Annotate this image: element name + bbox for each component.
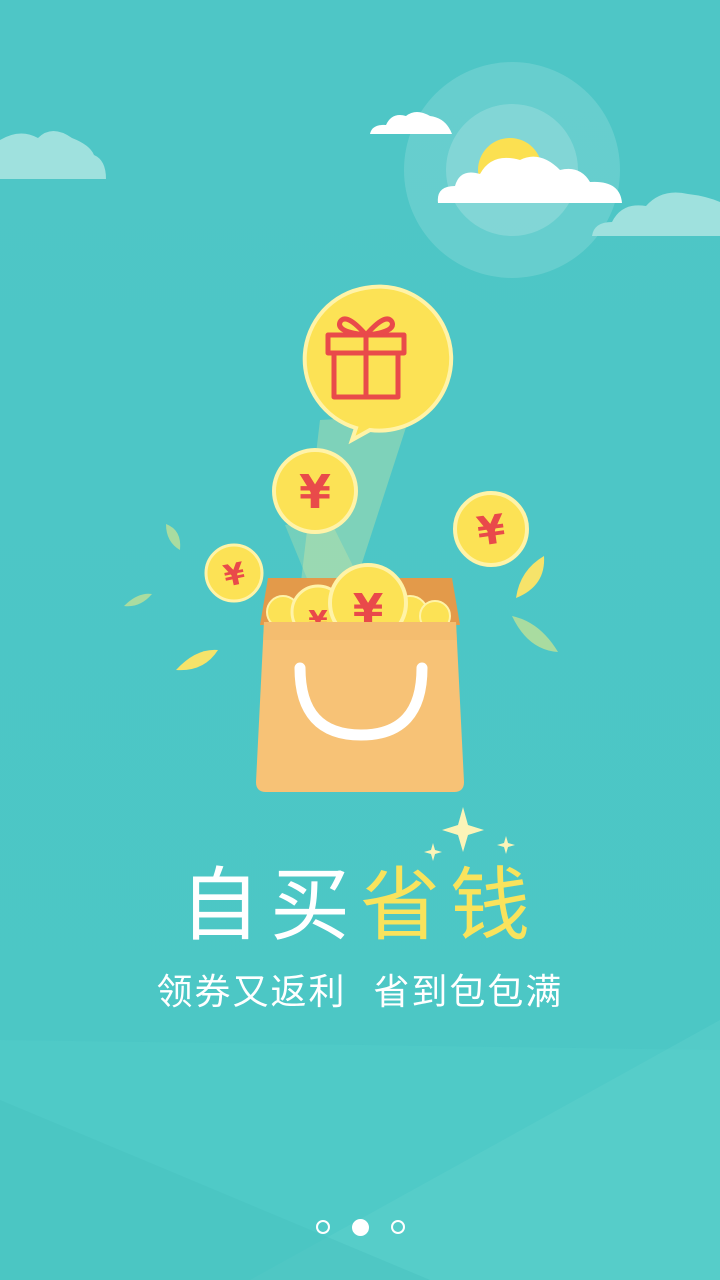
yen-coin-icon: ¥	[272, 448, 358, 534]
page-dot-3[interactable]	[390, 1220, 405, 1234]
headline-part-yellow: 省钱	[360, 859, 540, 952]
leaf-icon	[166, 524, 181, 550]
sparkle-icon	[424, 807, 515, 861]
leaf-icon	[516, 556, 545, 598]
yen-coin-icon: ¥	[453, 491, 529, 567]
leaf-icon	[512, 616, 558, 652]
svg-text:¥: ¥	[299, 465, 331, 519]
headline: 自买省钱	[0, 858, 720, 954]
illustration: ¥ ¥ ¥ ¥ ¥	[0, 62, 720, 861]
shopping-bag-icon: ¥ ¥	[256, 563, 464, 792]
leaf-icon	[176, 649, 218, 671]
cloud-icon	[0, 131, 106, 179]
onboarding-screen: ¥ ¥ ¥ ¥ ¥ 自买省钱 领券又返利 省到包包满	[0, 0, 720, 1280]
page-dot-1[interactable]	[315, 1220, 330, 1234]
gift-icon	[302, 284, 454, 445]
yen-coin-icon: ¥	[204, 543, 264, 603]
page-dot-2-active[interactable]	[351, 1218, 369, 1236]
page-indicator	[0, 1217, 720, 1237]
headline-part-white: 自买	[180, 859, 360, 952]
leaf-icon	[124, 593, 152, 607]
subtitle: 领券又返利 省到包包满	[156, 972, 564, 1013]
